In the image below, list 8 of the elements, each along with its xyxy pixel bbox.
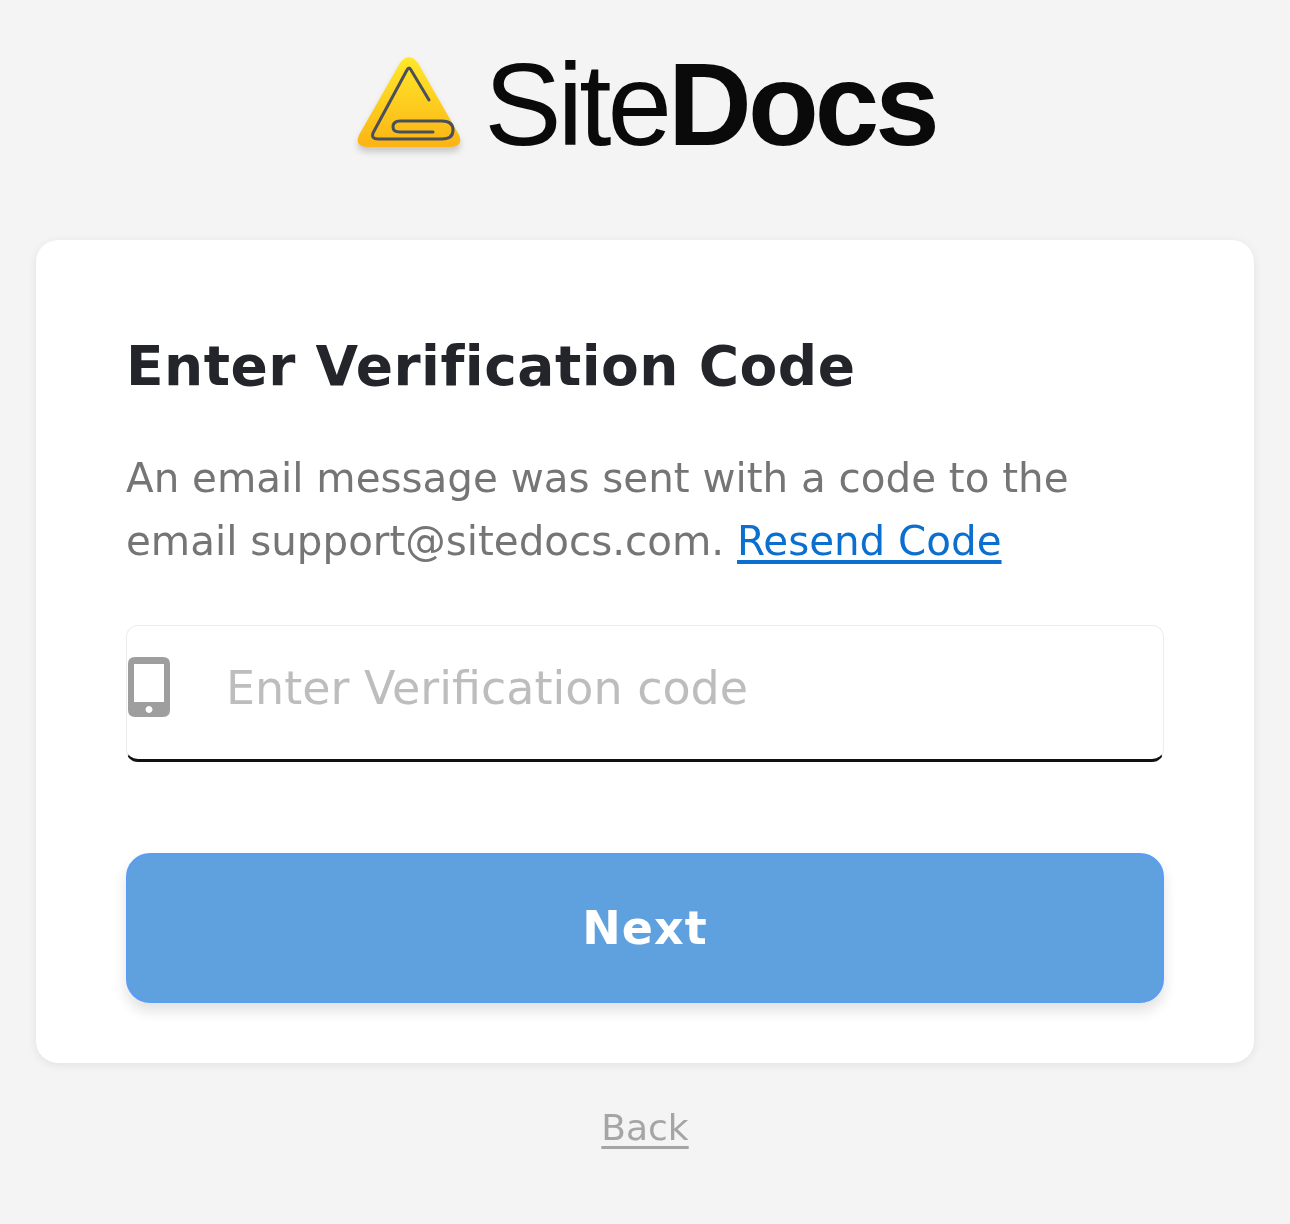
card-title: Enter Verification Code [126,333,857,399]
logo-wordmark: SiteDocs [484,47,936,163]
verification-code-field[interactable]: Enter Verification code [126,625,1164,762]
next-button[interactable]: Next [126,853,1164,1003]
back-link[interactable]: Back [601,1107,689,1148]
message-text: An email message was sent with a code to the email support@sitedocs.com. Resend Code [126,453,1070,567]
phone-icon [128,657,170,717]
resend-code-link[interactable]: Resend Code [737,517,1002,565]
